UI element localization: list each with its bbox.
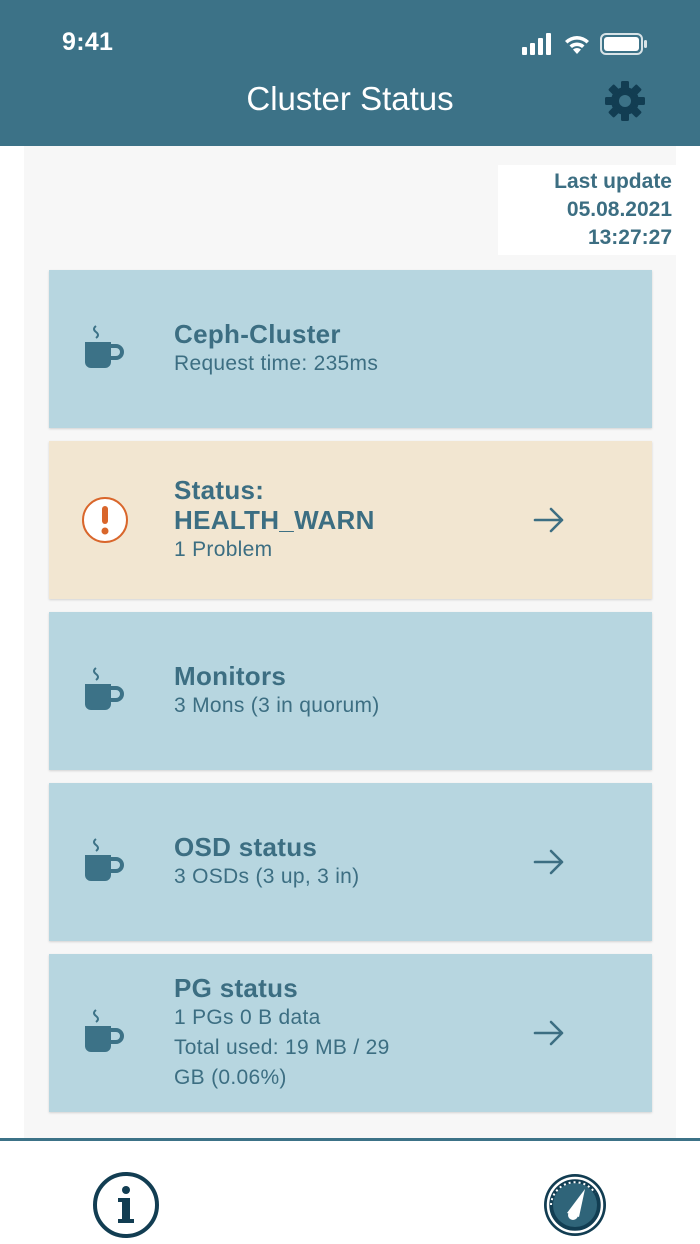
settings-gear-icon[interactable]: [603, 79, 647, 123]
card-text: Status: HEALTH_WARN 1 Problem: [174, 475, 375, 565]
card-title: Monitors: [174, 661, 287, 691]
card-health-status[interactable]: Status: HEALTH_WARN 1 Problem: [49, 441, 652, 599]
card-subtitle: 1 Problem: [174, 538, 273, 561]
wifi-icon: [565, 36, 589, 54]
card-text: OSD status 3 OSDs (3 up, 3 in): [174, 832, 359, 892]
battery-icon: [600, 33, 647, 55]
bottom-tab-bar: [0, 1138, 700, 1244]
card-subtitle: 1 PGs 0 B data: [174, 1006, 321, 1029]
last-update-label: Last update: [554, 170, 672, 193]
last-update-date: 05.08.2021: [566, 198, 672, 221]
card-ceph-cluster[interactable]: Ceph-Cluster Request time: 235ms: [49, 270, 652, 428]
card-title: Status:: [174, 475, 265, 505]
coffee-cup-icon: [85, 667, 124, 710]
status-bar-icons: [522, 32, 648, 56]
last-update-box: Last update 05.08.2021 13:27:27: [498, 165, 684, 255]
card-text: Monitors 3 Mons (3 in quorum): [174, 661, 380, 721]
card-osd-status[interactable]: OSD status 3 OSDs (3 up, 3 in): [49, 783, 652, 941]
arrow-right-icon: [533, 507, 564, 533]
app-header: 9:41 Cluster Status: [0, 0, 700, 146]
coffee-cup-icon: [85, 838, 124, 881]
card-subtitle: Request time: 235ms: [174, 352, 379, 375]
card-title-status: HEALTH_WARN: [174, 505, 375, 535]
warning-exclamation-icon: [82, 497, 128, 543]
card-title: PG status: [174, 973, 299, 1003]
card-title: OSD status: [174, 832, 318, 862]
last-update-time: 13:27:27: [587, 226, 672, 249]
gauge-icon[interactable]: [541, 1171, 609, 1239]
status-bar-time: 9:41: [62, 28, 114, 56]
card-subtitle: 3 OSDs (3 up, 3 in): [174, 865, 360, 888]
card-monitors[interactable]: Monitors 3 Mons (3 in quorum): [49, 612, 652, 770]
coffee-cup-icon: [85, 1009, 124, 1052]
card-subtitle: Total used: 19 MB / 29: [174, 1036, 390, 1059]
arrow-right-icon: [533, 849, 564, 875]
card-text: PG status 1 PGs 0 B data Total used: 19 …: [174, 973, 390, 1093]
card-subtitle: 3 Mons (3 in quorum): [174, 694, 380, 717]
card-pg-status[interactable]: PG status 1 PGs 0 B data Total used: 19 …: [49, 954, 652, 1112]
info-icon[interactable]: [92, 1171, 160, 1239]
card-text: Ceph-Cluster Request time: 235ms: [174, 319, 378, 379]
cellular-signal-icon: [522, 33, 551, 55]
coffee-cup-icon: [85, 325, 124, 368]
card-title: Ceph-Cluster: [174, 319, 341, 349]
card-subtitle: GB (0.06%): [174, 1066, 287, 1089]
arrow-right-icon: [533, 1020, 564, 1046]
page-title: Cluster Status: [246, 80, 454, 117]
